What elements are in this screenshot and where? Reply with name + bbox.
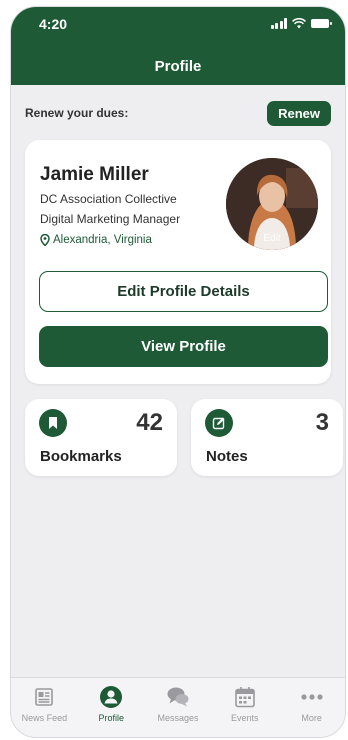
- avatar-edit-label[interactable]: Edit: [226, 233, 318, 244]
- profile-job-title: Digital Marketing Manager: [40, 212, 181, 226]
- notes-card[interactable]: 3 Notes: [191, 399, 343, 476]
- avatar[interactable]: Edit: [226, 158, 318, 250]
- person-icon: [99, 685, 123, 709]
- tab-profile-label: Profile: [98, 713, 124, 723]
- location-pin-icon: [40, 234, 50, 246]
- tab-news-feed-label: News Feed: [21, 713, 68, 723]
- tab-messages-label: Messages: [157, 713, 199, 723]
- tab-more[interactable]: More: [278, 678, 345, 737]
- phone-screen: 4:20 Profile Renew your dues: Renew Jami…: [10, 6, 346, 738]
- notes-count: 3: [315, 409, 329, 436]
- profile-organization: DC Association Collective: [40, 192, 177, 206]
- edit-note-icon: [205, 409, 233, 437]
- tab-events-label: Events: [231, 713, 259, 723]
- tab-more-label: More: [301, 713, 322, 723]
- notes-label: Notes: [206, 448, 248, 465]
- page-title: Profile: [154, 58, 202, 75]
- tab-news-feed[interactable]: News Feed: [11, 678, 78, 737]
- profile-name: Jamie Miller: [40, 164, 149, 185]
- chat-bubbles-icon: [166, 685, 190, 709]
- view-profile-button[interactable]: View Profile: [39, 326, 328, 367]
- calendar-icon: [233, 685, 257, 709]
- status-icons: [270, 18, 332, 29]
- profile-card: Jamie Miller DC Association Collective D…: [25, 140, 331, 384]
- more-dots-icon: [300, 685, 324, 709]
- bookmarks-label: Bookmarks: [40, 448, 122, 465]
- bookmarks-card[interactable]: 42 Bookmarks: [25, 399, 177, 476]
- tab-profile[interactable]: Profile: [78, 678, 145, 737]
- profile-location: Alexandria, Virginia: [40, 234, 152, 246]
- dues-row: Renew your dues: Renew: [25, 99, 331, 127]
- bottom-tab-bar: News Feed Profile Messages Events More: [11, 677, 345, 737]
- edit-profile-button[interactable]: Edit Profile Details: [39, 271, 328, 312]
- bookmarks-count: 42: [136, 409, 163, 436]
- status-time: 4:20: [39, 16, 68, 32]
- wifi-icon: [292, 18, 306, 29]
- renew-button[interactable]: Renew: [267, 100, 331, 126]
- header-bar: 4:20 Profile: [11, 7, 345, 85]
- profile-location-text: Alexandria, Virginia: [53, 234, 152, 246]
- bookmark-icon: [39, 409, 67, 437]
- battery-icon: [311, 19, 332, 28]
- dues-label: Renew your dues:: [25, 106, 129, 120]
- newspaper-icon: [32, 685, 56, 709]
- tab-events[interactable]: Events: [211, 678, 278, 737]
- signal-icon: [270, 18, 287, 29]
- tab-messages[interactable]: Messages: [145, 678, 212, 737]
